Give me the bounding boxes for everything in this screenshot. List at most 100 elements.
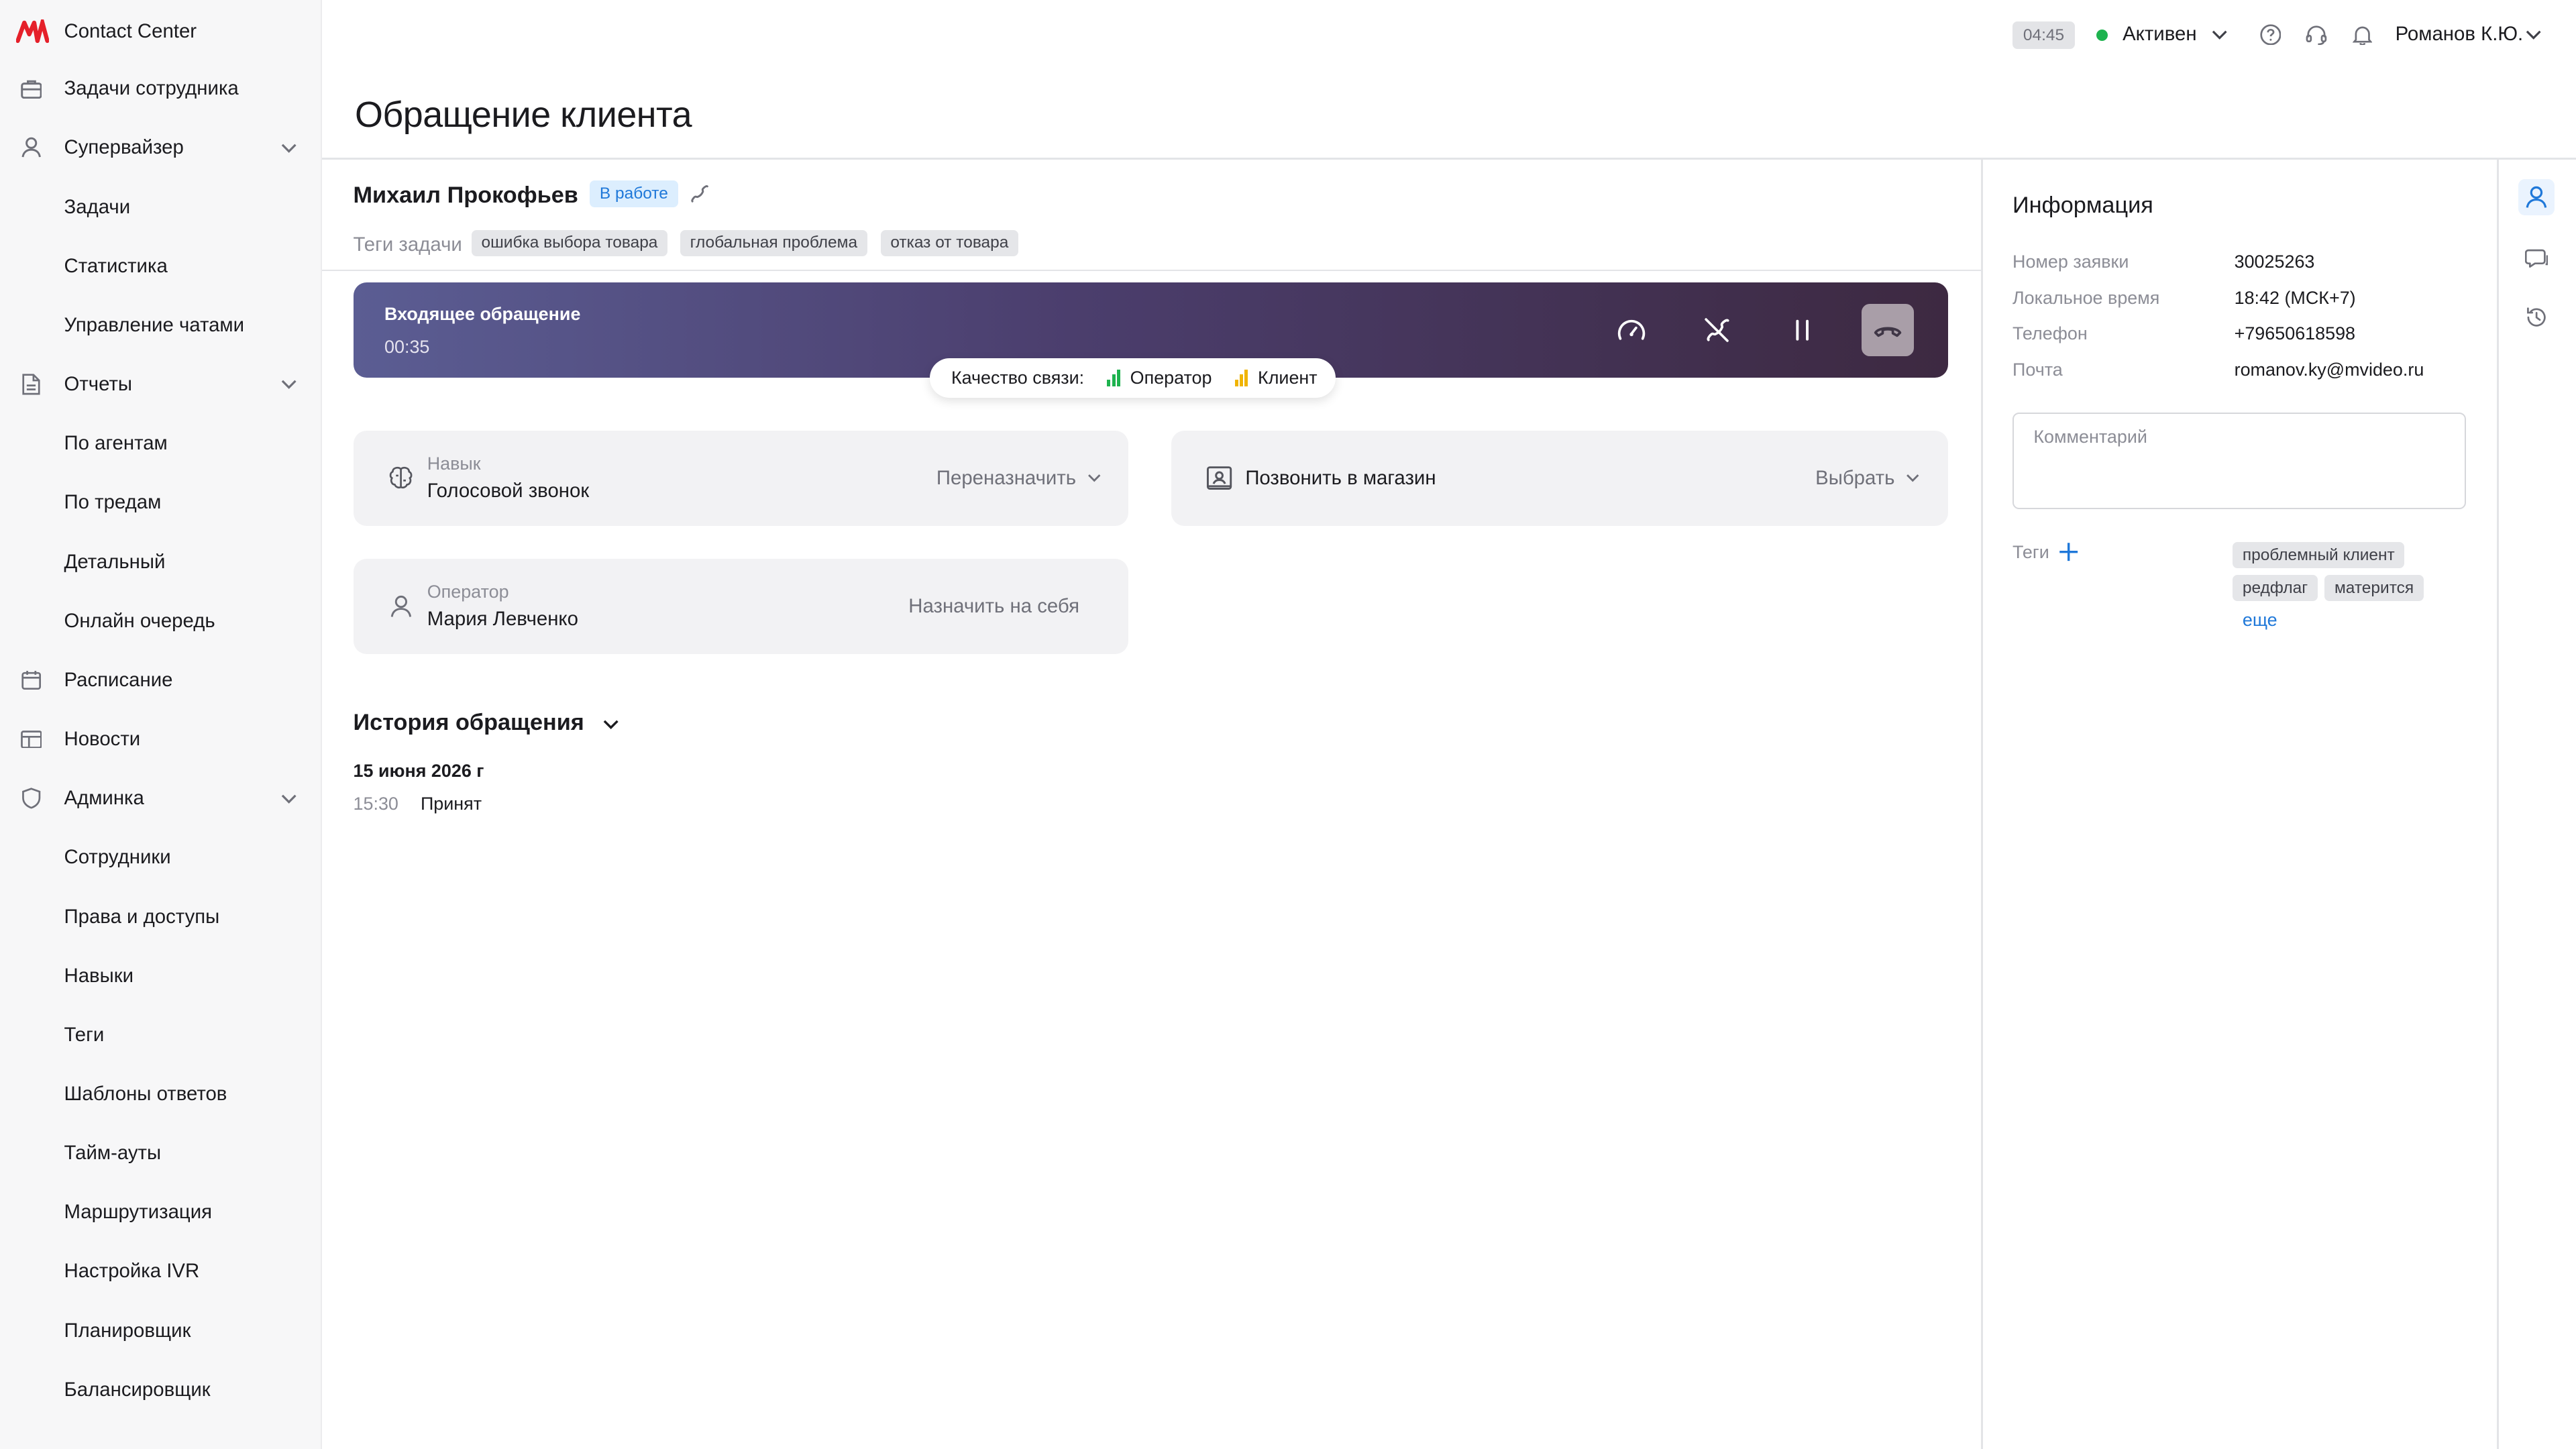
sidebar-item-employee-tasks[interactable]: Задачи сотрудника (0, 69, 322, 109)
sidebar-item-supervisor[interactable]: Супервайзер (0, 128, 322, 168)
task-tag[interactable]: ошибка выбора товара (471, 229, 668, 257)
phone-number[interactable]: +79650618598 (2235, 323, 2355, 344)
phone-icon[interactable] (688, 182, 711, 205)
brand[interactable]: Contact Center (16, 16, 197, 46)
store-call-label: Позвонить в магазин (1245, 466, 1436, 489)
select-label: Выбрать (1815, 466, 1895, 489)
connection-quality: Качество связи: Оператор Клиент (930, 358, 1336, 398)
sidebar-item-label: По агентам (64, 432, 168, 455)
sidebar-item-admin[interactable]: Админка (0, 779, 322, 818)
info-title: Информация (2012, 192, 2153, 218)
operator-card: Оператор Мария Левченко Назначить на себ… (353, 558, 1129, 654)
sidebar-item-label: По тредам (64, 491, 162, 514)
select-store-dropdown[interactable]: Выбрать (1815, 467, 1921, 490)
info-label: Телефон (2012, 323, 2088, 344)
status-dot (2096, 30, 2108, 42)
divider (322, 158, 2576, 160)
chevron-down-icon[interactable] (601, 714, 621, 734)
task-tag[interactable]: отказ от товара (880, 229, 1019, 257)
history-icon[interactable] (2518, 299, 2555, 335)
sidebar-item-by-agents[interactable]: По агентам (0, 424, 322, 464)
sidebar-item-label: Онлайн очередь (64, 609, 215, 632)
client-profile-icon[interactable] (2518, 178, 2555, 215)
history-title: История обращения (353, 709, 584, 735)
sidebar-item-timeouts[interactable]: Тайм-ауты (0, 1134, 322, 1173)
mute-mic-icon[interactable] (1690, 304, 1743, 356)
sidebar-item-chat-management[interactable]: Управление чатами (0, 306, 322, 345)
status-badge: В работе (590, 180, 678, 207)
speedometer-icon[interactable] (1605, 304, 1658, 356)
tags-label: Теги (2012, 542, 2049, 563)
pause-icon[interactable] (1776, 304, 1828, 356)
user-menu[interactable]: Романов К.Ю. (2396, 23, 2524, 46)
client-tag[interactable]: проблемный клиент (2233, 542, 2405, 569)
sidebar-item-label: Супервайзер (64, 136, 184, 159)
calendar-icon (19, 669, 42, 692)
chevron-down-icon[interactable] (2524, 25, 2543, 44)
headset-icon[interactable] (2305, 23, 2328, 46)
divider (1981, 159, 1983, 1449)
sidebar-item-label: Планировщик (64, 1319, 191, 1342)
sidebar-item-access-rights[interactable]: Права и доступы (0, 897, 322, 936)
sidebar-item-scheduler[interactable]: Планировщик (0, 1311, 322, 1350)
news-icon (19, 728, 42, 751)
add-tag-icon[interactable] (2059, 542, 2078, 561)
sidebar-item-ivr-settings[interactable]: Настройка IVR (0, 1252, 322, 1291)
sidebar-item-skills[interactable]: Навыки (0, 956, 322, 996)
sidebar-item-tasks[interactable]: Задачи (0, 187, 322, 227)
call-duration: 00:35 (384, 337, 430, 358)
agent-status[interactable]: Активен (2123, 23, 2196, 46)
sidebar-item-by-threads[interactable]: По тредам (0, 483, 322, 523)
sidebar-item-detailed[interactable]: Детальный (0, 542, 322, 582)
call-title: Входящее обращение (384, 304, 581, 325)
store-call-card: Позвонить в магазин Выбрать (1171, 430, 1949, 526)
sidebar-item-balancer[interactable]: Балансировщик (0, 1370, 322, 1409)
sidebar-item-reports[interactable]: Отчеты (0, 365, 322, 405)
operator-signal-icon (1107, 370, 1120, 386)
chevron-down-icon (282, 144, 297, 153)
sidebar-item-routing[interactable]: Маршрутизация (0, 1193, 322, 1232)
sidebar-item-label: Статистика (64, 254, 168, 277)
sidebar-item-label: Тайм-ауты (64, 1142, 162, 1165)
reassign-dropdown[interactable]: Переназначить (936, 467, 1102, 490)
info-label: Локальное время (2012, 287, 2160, 308)
session-timer: 04:45 (2012, 21, 2076, 50)
task-tag[interactable]: глобальная проблема (680, 229, 867, 257)
client-name: Михаил Прокофьев (353, 182, 578, 208)
sidebar-item-label: Отчеты (64, 373, 133, 396)
assign-to-me-button[interactable]: Назначить на себя (908, 595, 1079, 618)
task-tags-label: Теги задачи (353, 233, 462, 256)
sidebar-item-reply-templates[interactable]: Шаблоны ответов (0, 1075, 322, 1114)
client-tag[interactable]: редфлаг (2233, 575, 2318, 602)
quality-operator-label: Оператор (1130, 367, 1212, 388)
client-tag[interactable]: матерится (2324, 575, 2424, 602)
sidebar-item-online-queue[interactable]: Онлайн очередь (0, 601, 322, 641)
info-label: Номер заявки (2012, 251, 2129, 272)
sidebar-item-label: Задачи (64, 195, 131, 218)
sidebar-item-label: Балансировщик (64, 1378, 211, 1401)
page-title: Обращение клиента (354, 94, 692, 135)
chevron-down-icon[interactable] (2210, 25, 2229, 44)
email[interactable]: romanov.ky@mvideo.ru (2235, 360, 2424, 380)
app-name: Contact Center (64, 19, 197, 42)
more-tags-link[interactable]: еще (2243, 610, 2277, 631)
sidebar-item-news[interactable]: Новости (0, 720, 322, 759)
user-icon (388, 593, 414, 619)
hangup-button[interactable] (1861, 304, 1915, 357)
quality-client-label: Клиент (1258, 367, 1318, 388)
sidebar-item-label: Расписание (64, 668, 173, 691)
sidebar-item-schedule[interactable]: Расписание (0, 660, 322, 700)
skill-caption: Навык (427, 453, 481, 474)
bell-icon[interactable] (2351, 23, 2373, 46)
sidebar-item-tags[interactable]: Теги (0, 1015, 322, 1055)
sidebar-item-statistics[interactable]: Статистика (0, 246, 322, 286)
help-icon[interactable] (2259, 23, 2282, 46)
comment-field[interactable] (2012, 412, 2466, 510)
sidebar-item-label: Шаблоны ответов (64, 1083, 227, 1105)
sidebar-item-label: Маршрутизация (64, 1201, 213, 1224)
divider (2497, 159, 2499, 1449)
history-date: 15 июня 2026 г (353, 760, 484, 781)
sidebar-item-employees[interactable]: Сотрудники (0, 838, 322, 877)
chat-icon[interactable] (2518, 240, 2555, 276)
chevron-down-icon (282, 380, 297, 390)
